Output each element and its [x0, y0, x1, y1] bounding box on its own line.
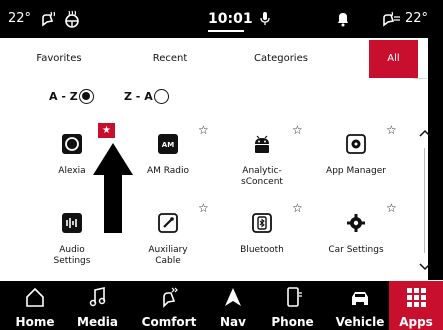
settings-gear-icon: [345, 212, 367, 234]
bluetooth-phone-icon: [251, 212, 273, 234]
favorite-star-empty-icon[interactable]: ☆: [386, 202, 397, 214]
app-tile-car-settings[interactable]: Car Settings: [311, 212, 401, 270]
alexa-icon: [61, 133, 83, 155]
scroll-up-chevron-icon[interactable]: [418, 128, 432, 138]
app-label: Car Settings: [328, 245, 384, 255]
apps-grid-icon: [405, 286, 427, 308]
app-label: AM Radio: [146, 166, 190, 176]
bottom-nav-bar: Home Media Comfort Nav Phone Vehicle App…: [0, 281, 443, 330]
nav-label: Vehicle: [335, 315, 385, 329]
nav-nav-button[interactable]: Nav: [211, 281, 255, 330]
am-radio-icon: AM: [157, 133, 179, 155]
android-icon: [251, 133, 273, 155]
outside-temp-left[interactable]: 22°: [8, 0, 31, 38]
microphone-icon[interactable]: [258, 11, 272, 27]
right-edge-bar: [428, 38, 443, 280]
nav-label: Media: [77, 315, 118, 329]
app-tile-app-manager[interactable]: App Manager: [311, 133, 401, 191]
nav-label: Comfort: [141, 315, 197, 329]
tab-favorites[interactable]: Favorites: [0, 40, 118, 78]
music-note-icon: [87, 286, 109, 308]
aux-cable-icon: [157, 212, 179, 234]
app-label: Audio Settings: [53, 245, 91, 266]
home-icon: [24, 286, 46, 308]
app-manager-icon: [345, 133, 367, 155]
app-tile-bluetooth[interactable]: Bluetooth: [217, 212, 307, 270]
outside-temp-right[interactable]: 22°: [405, 0, 428, 38]
steering-heat-icon[interactable]: [62, 9, 82, 29]
navigation-arrow-icon: [222, 286, 244, 308]
app-label: App Manager: [326, 166, 386, 176]
nav-media-button[interactable]: Media: [70, 281, 125, 330]
favorite-star-empty-icon[interactable]: ☆: [198, 124, 209, 136]
app-label: Auxiliary Cable: [148, 245, 188, 266]
scrollbar-track[interactable]: [424, 148, 425, 253]
svg-text:AM: AM: [162, 141, 174, 149]
app-tile-audio-settings[interactable]: Audio Settings: [27, 212, 117, 270]
nav-label: Home: [15, 315, 55, 329]
notification-bell-icon[interactable]: [336, 11, 350, 27]
nav-vehicle-button[interactable]: Vehicle: [332, 281, 388, 330]
nav-label: Nav: [220, 315, 246, 329]
scroll-down-chevron-icon[interactable]: [418, 262, 432, 272]
app-list: A - Z Z - A Alexia ★ AM AM Radio ☆ Analy…: [0, 78, 431, 280]
favorite-star-empty-icon[interactable]: ☆: [292, 202, 303, 214]
sort-az-label: A - Z: [49, 90, 78, 103]
audio-settings-icon: [61, 212, 83, 234]
nav-apps-button[interactable]: Apps: [389, 281, 443, 330]
tab-all[interactable]: All: [369, 40, 418, 78]
phone-icon: [282, 286, 304, 308]
tab-categories[interactable]: Categories: [222, 40, 340, 78]
nav-home-button[interactable]: Home: [0, 281, 70, 330]
favorite-star-empty-icon[interactable]: ☆: [292, 124, 303, 136]
app-tabs: Favorites Recent Categories All: [0, 40, 427, 79]
clock-time: 10:01: [208, 11, 253, 27]
seat-heat-icon[interactable]: [38, 9, 58, 29]
app-tile-auxiliary-cable[interactable]: Auxiliary Cable: [123, 212, 213, 270]
app-label: Bluetooth: [240, 245, 284, 255]
app-label: Analytic- sConcent: [241, 166, 283, 187]
sort-az-radio[interactable]: [79, 89, 94, 104]
app-tile-analyticsconcent[interactable]: Analytic- sConcent: [217, 133, 307, 191]
passenger-seat-heat-icon[interactable]: [380, 9, 402, 29]
favorite-star-empty-icon[interactable]: ☆: [386, 124, 397, 136]
app-tile-am-radio[interactable]: AM AM Radio: [123, 133, 213, 191]
status-bar: 22° 10:01 22°: [0, 0, 443, 38]
nav-phone-button[interactable]: Phone: [265, 281, 320, 330]
tab-recent[interactable]: Recent: [118, 40, 222, 78]
clock-underline: [208, 30, 244, 32]
favorite-star-filled-icon[interactable]: ★: [98, 123, 115, 138]
nav-label: Apps: [399, 315, 433, 329]
nav-label: Phone: [271, 315, 314, 329]
climate-seat-icon: [158, 286, 180, 308]
sort-za-label: Z - A: [124, 90, 153, 103]
sort-za-radio[interactable]: [154, 89, 169, 104]
favorite-star-empty-icon[interactable]: ☆: [198, 202, 209, 214]
vehicle-icon: [349, 286, 371, 308]
nav-comfort-button[interactable]: Comfort: [135, 281, 203, 330]
